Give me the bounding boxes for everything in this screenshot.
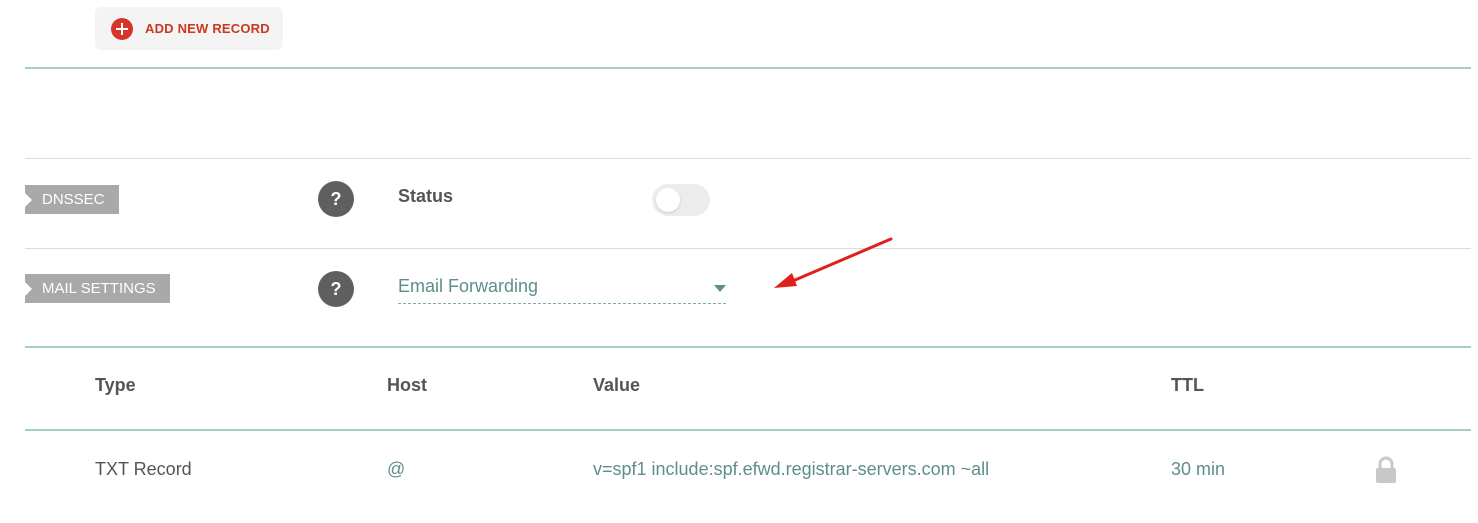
section-divider: [25, 67, 1471, 69]
mail-settings-dropdown[interactable]: Email Forwarding: [398, 276, 726, 304]
column-header-type: Type: [95, 375, 136, 395]
question-icon: ?: [330, 189, 342, 209]
column-header-host: Host: [387, 375, 427, 395]
mail-settings-tag: MAIL SETTINGS: [25, 274, 170, 303]
record-host-cell: @: [387, 459, 406, 479]
add-new-record-label: ADD NEW RECORD: [145, 21, 270, 36]
question-icon: ?: [330, 279, 342, 299]
dns-settings-panel: ADD NEW RECORD DNSSEC ? Status MAIL SETT…: [0, 0, 1478, 523]
table-top-divider: [25, 346, 1471, 348]
dnssec-tag: DNSSEC: [25, 185, 119, 214]
table-header-divider: [25, 429, 1471, 431]
add-new-record-button[interactable]: ADD NEW RECORD: [95, 7, 283, 50]
record-type-cell: TXT Record: [95, 459, 192, 479]
dnssec-status-label: Status: [398, 186, 454, 206]
row-divider: [25, 158, 1471, 159]
column-header-value: Value: [593, 375, 641, 395]
record-value-cell: v=spf1 include:spf.efwd.registrar-server…: [593, 459, 990, 479]
row-divider: [25, 248, 1471, 249]
mail-settings-help-button[interactable]: ?: [318, 271, 354, 307]
lock-icon: [1376, 456, 1396, 483]
red-arrow-annotation: [774, 237, 893, 288]
dnssec-help-button[interactable]: ?: [318, 181, 354, 217]
toggle-knob: [656, 188, 680, 212]
plus-circle-icon: [111, 17, 133, 40]
mail-settings-selected-value: Email Forwarding: [398, 276, 539, 296]
caret-down-icon: [714, 285, 726, 292]
record-ttl-cell: 30 min: [1171, 459, 1226, 479]
dnssec-status-toggle[interactable]: [652, 184, 710, 216]
column-header-ttl: TTL: [1171, 375, 1204, 395]
